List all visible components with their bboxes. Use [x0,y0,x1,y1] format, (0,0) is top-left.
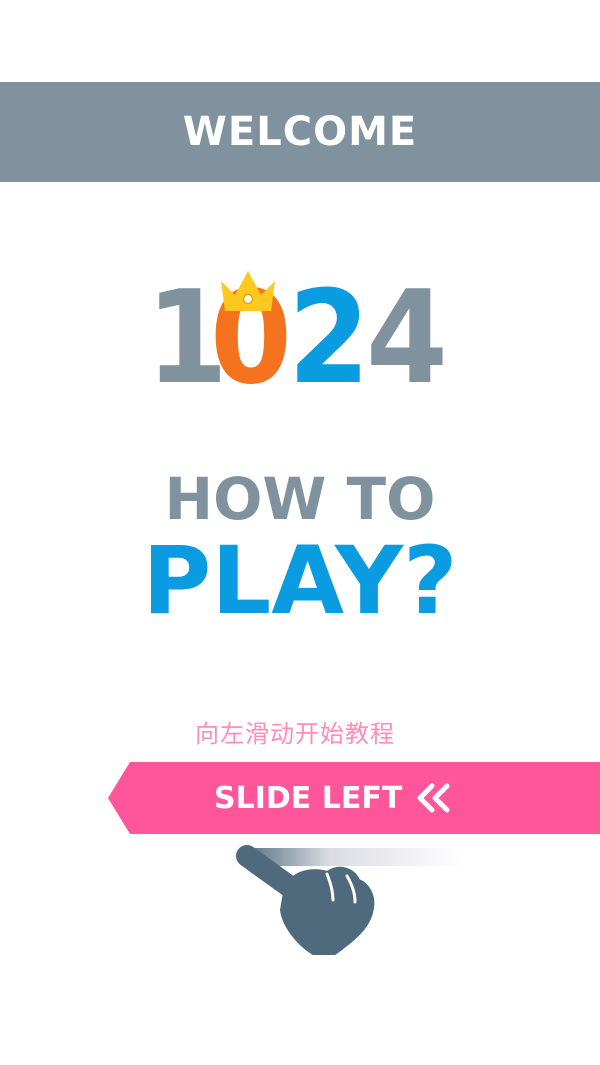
slide-banner-content: SLIDE LEFT [214,762,452,834]
slide-left-banner[interactable]: SLIDE LEFT [108,762,600,834]
game-logo: 1 0 2 4 [140,265,460,420]
how-to-heading: HOW TO [164,465,436,533]
header-bar: WELCOME [0,82,600,182]
slide-left-label: SLIDE LEFT [214,780,403,816]
logo-digit-4: 4 [366,264,448,413]
tutorial-hint: 向左滑动开始教程 [195,720,395,748]
logo-digit-2: 2 [288,264,370,413]
crown-icon [221,271,275,311]
header-title: WELCOME [182,109,418,155]
play-heading: PLAY? [142,527,458,636]
double-chevron-left-icon [417,783,450,813]
pointing-hand-icon [236,845,375,955]
